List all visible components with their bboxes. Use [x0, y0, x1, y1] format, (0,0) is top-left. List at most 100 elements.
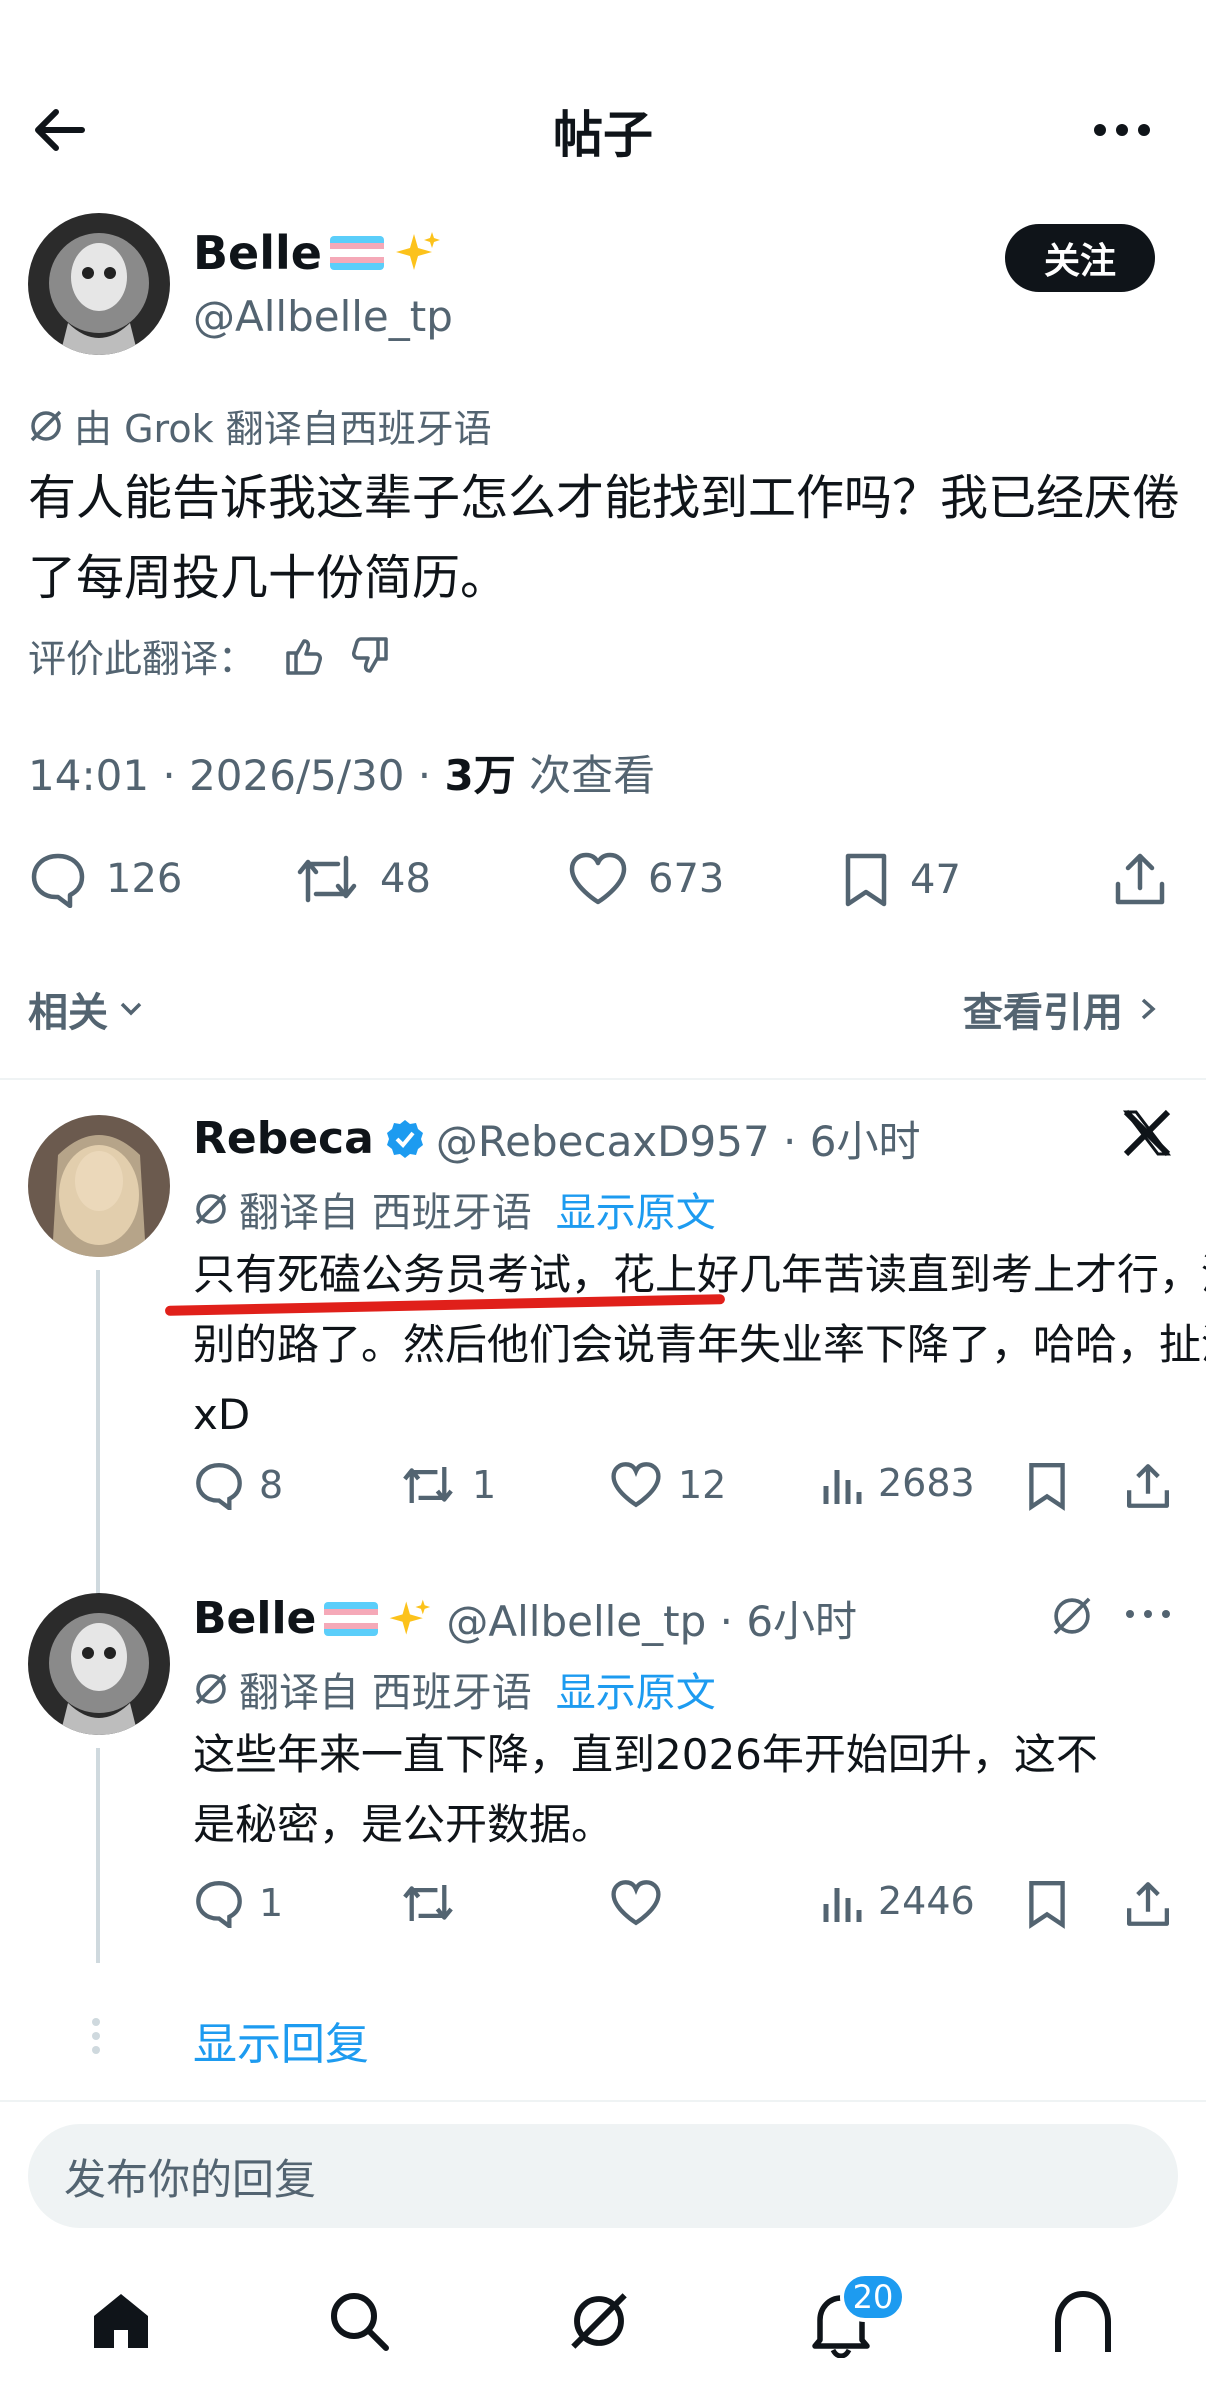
- related-dropdown[interactable]: 相关: [28, 980, 146, 1038]
- bookmark-icon: [1029, 1881, 1065, 1929]
- share-icon: [1127, 1464, 1169, 1508]
- thumbs-up-icon[interactable]: [282, 635, 324, 677]
- share-icon: [1127, 1882, 1169, 1926]
- share-button[interactable]: [1112, 850, 1168, 908]
- x-logo: [1122, 1108, 1172, 1158]
- reply-text: 只有死磕公务员考试，花上好几年苦读直到考上才行，没别的路了。然后他们会说青年失业…: [193, 1250, 1206, 1439]
- heart-icon: [611, 1880, 661, 1926]
- notification-badge: 20: [840, 2272, 906, 2322]
- more-horizontal-icon: [1126, 1610, 1170, 1618]
- nav-grok[interactable]: [566, 2288, 632, 2354]
- trans-flag-emoji: [324, 1601, 379, 1636]
- bookmark-button[interactable]: [1024, 1878, 1070, 1930]
- like-button[interactable]: [608, 1878, 664, 1928]
- reply-translation-note: 翻译自 西班牙语 显示原文: [193, 1660, 716, 1718]
- chevron-down-icon: [120, 1002, 142, 1016]
- avatar-image: [28, 1115, 170, 1257]
- show-original-link[interactable]: 显示原文: [556, 1180, 716, 1238]
- reply-count-button[interactable]: 126: [28, 850, 182, 908]
- view-count-button[interactable]: 2446: [820, 1878, 975, 1924]
- more-horizontal-icon: [1094, 124, 1150, 136]
- grok-icon: [1053, 1597, 1091, 1635]
- repost-button[interactable]: [398, 1878, 458, 1928]
- reply-header: Belle @Allbelle_tp · 6小时: [193, 1588, 857, 1649]
- reply-author-name[interactable]: Rebeca: [193, 1113, 374, 1164]
- avatar-image: [28, 1593, 170, 1735]
- nav-search[interactable]: [326, 2288, 392, 2354]
- grok-button[interactable]: [1050, 1594, 1094, 1638]
- arch-icon: [1055, 2290, 1111, 2352]
- author-handle[interactable]: @Allbelle_tp: [193, 292, 453, 341]
- like-count-button[interactable]: 673: [566, 850, 724, 908]
- view-count-button[interactable]: 2683: [820, 1460, 975, 1506]
- reply-handle-time: @RebecaxD957 · 6小时: [435, 1117, 921, 1166]
- trans-flag-emoji: [330, 236, 384, 270]
- bookmark-count-button[interactable]: 47: [840, 850, 961, 910]
- nav-home[interactable]: [88, 2288, 154, 2354]
- heart-icon: [569, 852, 627, 905]
- reply-count-button[interactable]: 8: [193, 1460, 283, 1510]
- author-name[interactable]: Belle: [193, 226, 322, 280]
- like-count-button[interactable]: 12: [608, 1460, 726, 1510]
- rate-translation: 评价此翻译：: [28, 628, 392, 683]
- analytics-icon: [823, 1470, 862, 1504]
- view-count: 3万: [444, 751, 516, 800]
- reply-translation-note: 翻译自 西班牙语 显示原文: [193, 1180, 716, 1238]
- reply-icon: [196, 1463, 242, 1510]
- x-logo-icon: [1122, 1109, 1172, 1157]
- repost-icon: [297, 855, 357, 903]
- reply-header: Rebeca @RebecaxD957 · 6小时: [193, 1108, 920, 1169]
- grok-icon: [195, 1193, 227, 1225]
- thread-line: [96, 1748, 100, 1963]
- analytics-icon: [823, 1888, 862, 1922]
- sparkles-emoji: [386, 1596, 432, 1642]
- grok-icon: [195, 1673, 227, 1705]
- author-name-row: Belle: [193, 226, 442, 280]
- sparkles-emoji: [392, 228, 442, 278]
- nav-messages[interactable]: [1050, 2288, 1116, 2354]
- show-replies-link[interactable]: 显示回复: [193, 2008, 369, 2072]
- reply-composer-input[interactable]: 发布你的回复: [28, 2124, 1178, 2228]
- chevron-right-icon: [1141, 998, 1156, 1020]
- composer-divider: [0, 2100, 1206, 2102]
- thread-dots: [88, 2016, 104, 2056]
- reply-handle-time: @Allbelle_tp · 6小时: [446, 1597, 858, 1646]
- reply-icon: [196, 1881, 242, 1928]
- vertical-dots-icon: [92, 2018, 100, 2054]
- view-quotes-link[interactable]: 查看引用: [963, 980, 1161, 1038]
- reply-avatar[interactable]: [28, 1593, 170, 1735]
- bookmark-icon: [845, 853, 887, 907]
- more-options-button[interactable]: [1124, 1606, 1172, 1622]
- search-icon: [331, 2293, 389, 2351]
- share-icon: [1115, 853, 1165, 905]
- reply-author-name[interactable]: Belle: [193, 1593, 316, 1644]
- repost-count-button[interactable]: 48: [292, 850, 431, 908]
- reply-avatar[interactable]: [28, 1115, 170, 1257]
- repost-icon: [403, 1467, 453, 1503]
- thumbs-down-icon[interactable]: [350, 635, 392, 677]
- bookmark-icon: [1029, 1463, 1065, 1511]
- thread-line: [96, 1270, 100, 1595]
- author-avatar[interactable]: [28, 213, 170, 355]
- grok-icon: [571, 2293, 627, 2349]
- translation-note: 由 Grok 翻译自西班牙语: [28, 398, 492, 453]
- repost-count-button[interactable]: 1: [398, 1460, 496, 1510]
- verified-badge-icon: [386, 1119, 423, 1158]
- show-original-link[interactable]: 显示原文: [556, 1660, 716, 1718]
- home-icon: [94, 2294, 148, 2348]
- post-text: 有人能告诉我这辈子怎么才能找到工作吗？我已经厌倦了每周投几十份简历。: [28, 470, 1181, 606]
- page-title: 帖子: [553, 106, 653, 164]
- follow-button[interactable]: 关注: [1005, 224, 1155, 292]
- repost-icon: [403, 1885, 453, 1921]
- share-button[interactable]: [1124, 1878, 1172, 1930]
- avatar-image: [28, 213, 170, 355]
- reply-text: 这些年来一直下降，直到2026年开始回升，这不是秘密，是公开数据。: [193, 1730, 1098, 1849]
- more-options-button[interactable]: [1092, 118, 1152, 142]
- bookmark-button[interactable]: [1024, 1460, 1070, 1512]
- reply-icon: [31, 853, 85, 908]
- grok-icon: [30, 410, 62, 441]
- share-button[interactable]: [1124, 1460, 1172, 1512]
- heart-icon: [611, 1462, 661, 1508]
- reply-count-button[interactable]: 1: [193, 1878, 283, 1928]
- section-divider: [0, 1078, 1206, 1080]
